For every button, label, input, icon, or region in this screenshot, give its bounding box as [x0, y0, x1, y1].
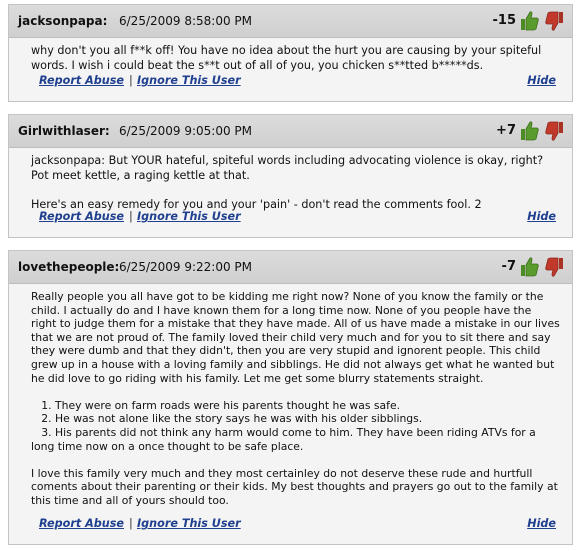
- comment-actions: Report Abuse | Ignore This User Hide: [9, 209, 572, 225]
- thumbs-down-icon[interactable]: [544, 256, 564, 278]
- hide-link[interactable]: Hide: [527, 516, 556, 532]
- ignore-user-link[interactable]: Ignore This User: [137, 209, 241, 225]
- comment-body: why don't you all f**k off! You have no …: [31, 44, 545, 72]
- link-separator: |: [129, 517, 133, 530]
- comment-author[interactable]: Girlwithlaser:: [18, 115, 110, 147]
- report-abuse-link[interactable]: Report Abuse: [39, 516, 124, 532]
- link-separator: |: [129, 74, 133, 87]
- comment-score: +7: [496, 123, 516, 138]
- hide-link[interactable]: Hide: [527, 209, 556, 225]
- comment-actions: Report Abuse | Ignore This User Hide: [9, 516, 572, 532]
- hide-link[interactable]: Hide: [527, 73, 556, 89]
- comment-body: jacksonpapa: But YOUR hateful, spiteful …: [31, 154, 544, 211]
- report-abuse-link[interactable]: Report Abuse: [39, 73, 124, 89]
- comment-actions: Report Abuse | Ignore This User Hide: [9, 73, 572, 89]
- thumbs-up-icon[interactable]: [520, 256, 540, 278]
- comment-body: Really people you all have got to be kid…: [31, 290, 560, 507]
- comment-header: lovethepeople: 6/25/2009 9:22:00 PM -7: [9, 251, 572, 284]
- link-separator: |: [129, 210, 133, 223]
- thumbs-down-icon[interactable]: [544, 10, 564, 32]
- comment: Girlwithlaser: 6/25/2009 9:05:00 PM +7 j…: [8, 114, 573, 238]
- thumbs-up-icon[interactable]: [520, 120, 540, 142]
- thumbs-up-icon[interactable]: [520, 10, 540, 32]
- ignore-user-link[interactable]: Ignore This User: [137, 516, 241, 532]
- comment-header: jacksonpapa: 6/25/2009 8:58:00 PM -15: [9, 5, 572, 38]
- comment-date: 6/25/2009 8:58:00 PM: [119, 14, 253, 28]
- comment-date: 6/25/2009 9:05:00 PM: [119, 124, 253, 138]
- comment-date: 6/25/2009 9:22:00 PM: [119, 260, 253, 274]
- comment-score: -15: [492, 13, 517, 28]
- comment-author[interactable]: lovethepeople:: [18, 251, 119, 283]
- thumbs-down-icon[interactable]: [544, 120, 564, 142]
- report-abuse-link[interactable]: Report Abuse: [39, 209, 124, 225]
- comment-score: -7: [501, 259, 516, 274]
- comment: jacksonpapa: 6/25/2009 8:58:00 PM -15 wh…: [8, 4, 573, 102]
- comment-author[interactable]: jacksonpapa:: [18, 5, 107, 37]
- comment-list: jacksonpapa: 6/25/2009 8:58:00 PM -15 wh…: [0, 0, 581, 551]
- comment-header: Girlwithlaser: 6/25/2009 9:05:00 PM +7: [9, 115, 572, 148]
- comment: lovethepeople: 6/25/2009 9:22:00 PM -7 R…: [8, 250, 573, 545]
- ignore-user-link[interactable]: Ignore This User: [137, 73, 241, 89]
